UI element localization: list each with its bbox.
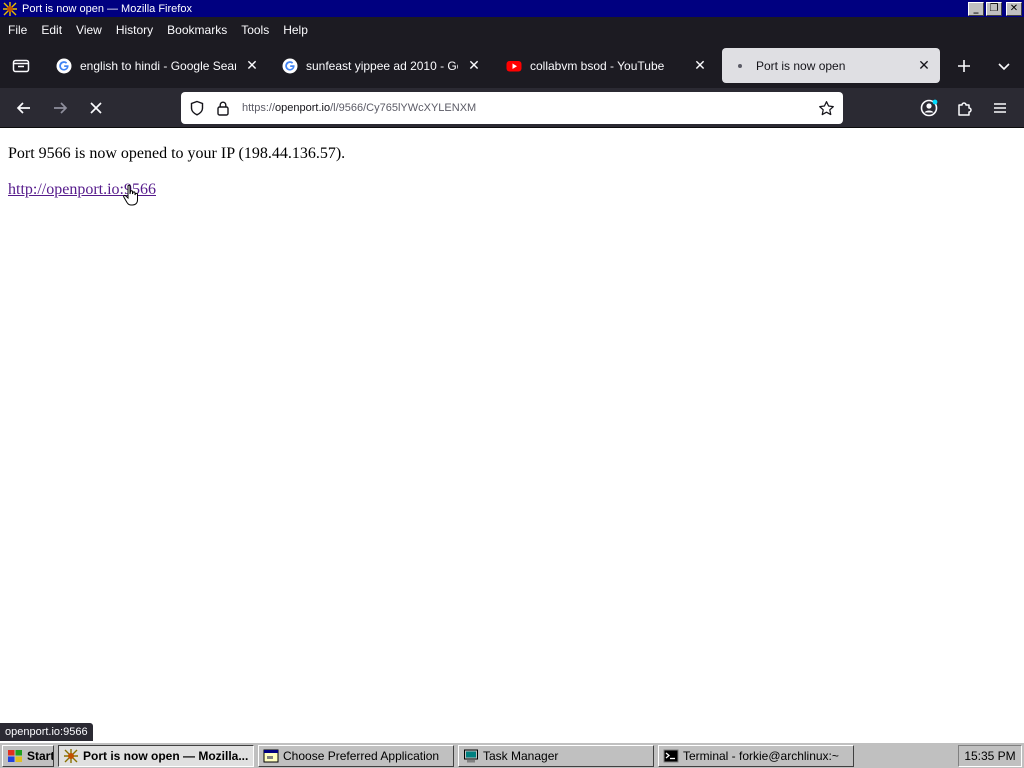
firefox-app-icon [63,748,79,764]
url-prefix: https:// [242,102,276,114]
hamburger-menu-icon [994,103,1006,113]
google-icon [56,58,72,73]
new-tab-button[interactable] [952,55,976,77]
forward-button[interactable] [48,96,72,120]
url-bar[interactable]: https://openport.io/l/9566/Cy765lYWcXYLE… [181,92,843,124]
close-button[interactable]: ✕ [1006,1,1022,16]
bookmark-star-icon[interactable] [817,99,835,117]
arrow-left-icon [16,102,30,114]
taskbar-button-choose-application[interactable]: Choose Preferred Application [258,745,454,767]
tracking-protection-shield-icon[interactable] [188,99,206,117]
arrow-right-icon [54,102,68,114]
google-icon [282,58,298,73]
firefox-app-icon [2,0,18,17]
tab-title: english to hindi - Google Search [80,58,236,73]
account-icon [920,99,938,117]
lock-icon[interactable] [214,99,232,117]
monitor-icon [464,749,478,763]
tab-collabvm-bsod[interactable]: collabvm bsod - YouTube ✕ [496,48,716,83]
plus-icon [958,60,970,72]
url-path: /l/9566/Cy765lYWcXYLENXM [330,102,477,114]
tab-close-icon[interactable]: ✕ [916,57,932,74]
taskbar-button-label: Task Manager [483,749,559,763]
hand-pointer-cursor-icon [123,184,138,206]
tab-close-icon[interactable]: ✕ [692,57,708,74]
stop-button[interactable] [84,96,108,120]
taskbar-button-firefox[interactable]: Port is now open — Mozilla... [58,745,254,767]
menu-tools[interactable]: Tools [241,23,269,37]
url-text[interactable]: https://openport.io/l/9566/Cy765lYWcXYLE… [242,102,817,114]
tab-close-icon[interactable]: ✕ [466,57,482,74]
extensions-button[interactable] [953,96,977,120]
firefox-view-icon [12,59,30,73]
window-titlebar[interactable]: Port is now open — Mozilla Firefox _ ❐ ✕ [0,0,1024,17]
dot-icon [738,63,742,68]
start-label: Start [27,749,54,763]
tab-close-icon[interactable]: ✕ [244,57,260,74]
stop-x-icon [90,102,102,114]
firefox-view-button[interactable] [8,53,34,77]
terminal-icon [663,749,679,763]
tab-english-to-hindi[interactable]: english to hindi - Google Search ✕ [46,48,268,83]
account-button[interactable] [917,96,941,120]
puzzle-piece-icon [958,102,972,116]
application-window-icon [263,749,279,763]
menu-file[interactable]: File [8,23,27,37]
minimize-button[interactable]: _ [968,1,984,16]
navigation-toolbar: https://openport.io/l/9566/Cy765lYWcXYLE… [0,88,1024,128]
start-button[interactable]: Start [2,745,54,767]
taskbar: Start Port is now open — Mozilla... Choo… [0,742,1024,768]
back-button[interactable] [12,96,36,120]
taskbar-button-terminal[interactable]: Terminal - forkie@archlinux:~ [658,745,854,767]
menu-help[interactable]: Help [283,23,308,37]
list-all-tabs-button[interactable] [992,55,1016,77]
taskbar-button-task-manager[interactable]: Task Manager [458,745,654,767]
youtube-icon [506,60,522,71]
menu-view[interactable]: View [76,23,102,37]
taskbar-clock: 15:35 PM [958,745,1022,767]
menu-edit[interactable]: Edit [41,23,62,37]
page-content: Port 9566 is now opened to your IP (198.… [0,129,1024,742]
taskbar-button-label: Choose Preferred Application [283,749,440,763]
tab-sunfeast-yippee[interactable]: sunfeast yippee ad 2010 - Google S ✕ [272,48,490,83]
window-title: Port is now open — Mozilla Firefox [22,2,192,15]
taskbar-button-label: Port is now open — Mozilla... [83,749,249,763]
chevron-down-icon [998,63,1010,71]
tab-title: sunfeast yippee ad 2010 - Google S [306,58,458,73]
menu-history[interactable]: History [116,23,153,37]
tab-strip: english to hindi - Google Search ✕ sunfe… [0,43,1024,88]
taskbar-button-label: Terminal - forkie@archlinux:~ [683,749,839,763]
windows-logo-icon [8,750,22,762]
menu-bookmarks[interactable]: Bookmarks [167,23,227,37]
link-status-bar: openport.io:9566 [0,723,93,741]
tab-title: Port is now open [756,58,846,73]
tab-title: collabvm bsod - YouTube [530,58,665,73]
port-open-message: Port 9566 is now opened to your IP (198.… [8,145,346,162]
url-host: openport.io [275,102,331,114]
app-menu-button[interactable] [988,96,1012,120]
tab-port-is-now-open[interactable]: Port is now open ✕ [722,48,940,83]
restore-button[interactable]: ❐ [986,1,1002,16]
menu-bar: File Edit View History Bookmarks Tools H… [0,17,1024,43]
